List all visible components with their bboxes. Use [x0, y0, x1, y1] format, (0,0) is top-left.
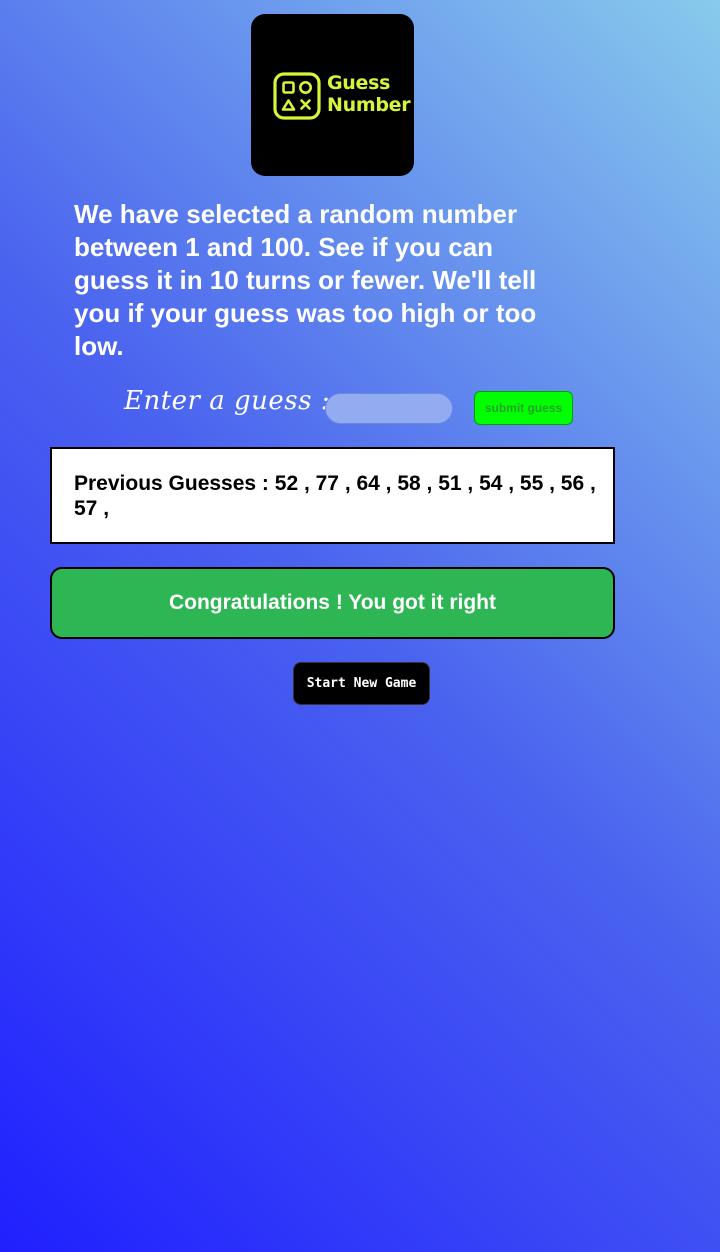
logo-text-line-1: Guess	[327, 72, 391, 94]
logo-text: Guess Number	[327, 72, 411, 116]
previous-guesses-box: Previous Guesses : 52 , 77 , 64 , 58 , 5…	[50, 447, 615, 544]
guess-label: Enter a guess :	[124, 386, 331, 416]
app-logo: Guess Number	[251, 14, 414, 176]
submit-guess-button[interactable]: submit guess	[474, 391, 573, 425]
start-new-game-button[interactable]: Start New Game	[293, 662, 430, 705]
guess-input[interactable]	[325, 393, 453, 424]
intro-text: We have selected a random number between…	[74, 199, 537, 361]
gamepad-shapes-icon	[273, 72, 321, 120]
previous-guesses-text: Previous Guesses : 52 , 77 , 64 , 58 , 5…	[74, 472, 596, 520]
logo-text-line-2: Number	[327, 94, 411, 116]
result-message: Congratulations ! You got it right	[50, 567, 615, 639]
